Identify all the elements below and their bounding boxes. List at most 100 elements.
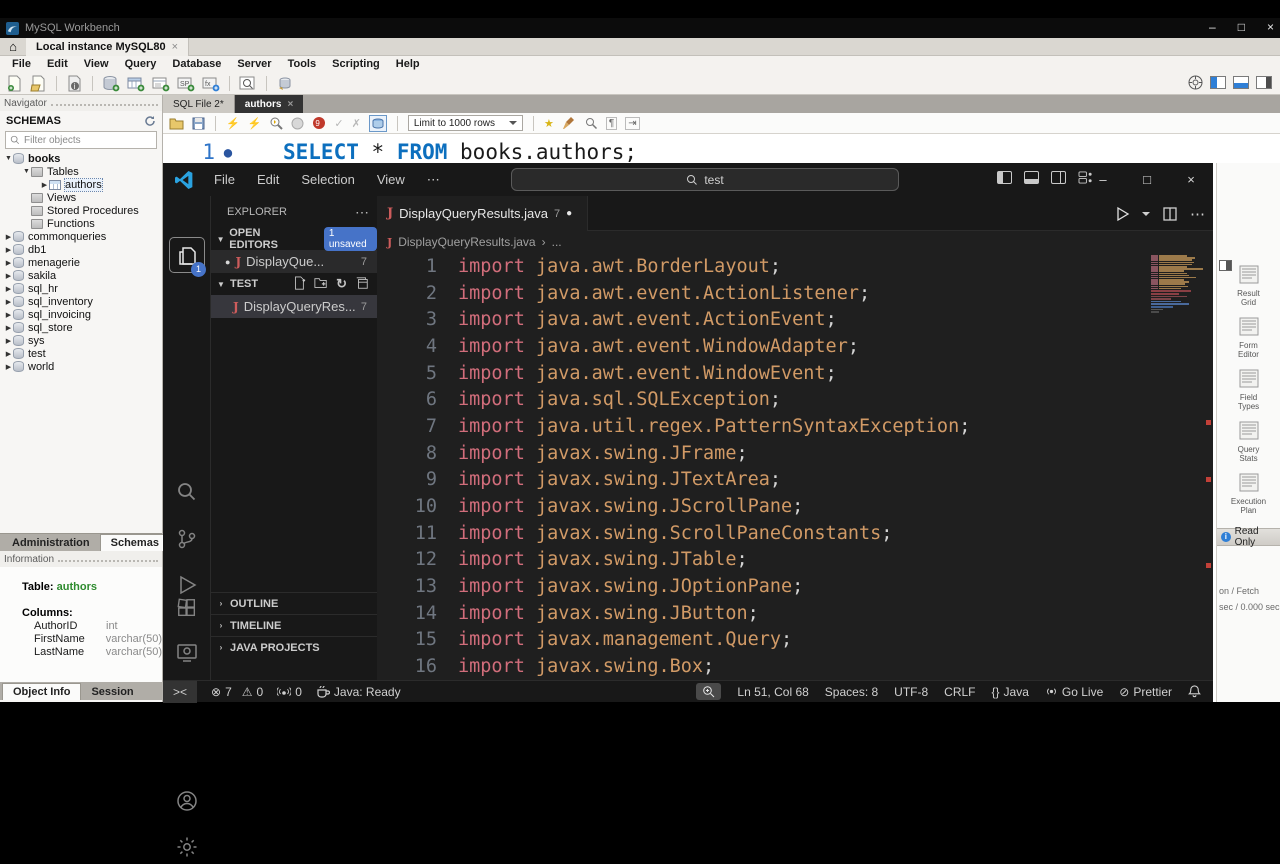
tree-collapsed-icon[interactable]: ▶: [4, 233, 13, 241]
sidebar-form-editor[interactable]: Form Editor: [1217, 317, 1280, 359]
editor-more-actions-icon[interactable]: ⋯: [1190, 205, 1205, 223]
outline-section[interactable]: › OUTLINE: [211, 592, 377, 614]
code-line-6[interactable]: 6 import java.sql.SQLException;: [377, 386, 1213, 413]
tab-displayqueryresults[interactable]: J DisplayQueryResults.java 7 ●: [377, 196, 588, 231]
wb-minimize-button[interactable]: –: [1209, 20, 1216, 34]
refresh-schemas-icon[interactable]: [144, 115, 156, 127]
tab-schemas[interactable]: Schemas: [99, 534, 170, 551]
tab-object-info[interactable]: Object Info: [2, 683, 82, 700]
tree-expanded-icon[interactable]: ▼: [4, 155, 13, 162]
file-item-displayqueryresults[interactable]: J DisplayQueryRes... 7: [211, 295, 377, 318]
inspector-icon[interactable]: i: [66, 75, 83, 92]
explorer-more-actions-icon[interactable]: ⋯: [355, 204, 369, 221]
wb-menu-help[interactable]: Help: [388, 58, 428, 70]
vscode-menu-more[interactable]: ⋯: [416, 172, 451, 188]
source-control-icon[interactable]: [175, 527, 199, 556]
code-line-7[interactable]: 7 import java.util.regex.PatternSyntaxEx…: [377, 413, 1213, 440]
toggle-secondary-sidebar-icon[interactable]: [1051, 171, 1066, 184]
refresh-explorer-icon[interactable]: ↻: [336, 276, 347, 292]
sidebar-field-types[interactable]: Field Types: [1217, 369, 1280, 411]
breadcrumb-file[interactable]: DisplayQueryResults.java: [398, 235, 535, 249]
code-line-9[interactable]: 9 import javax.swing.JTextArea;: [377, 467, 1213, 494]
toggle-invisible-chars-icon[interactable]: ¶: [605, 116, 618, 130]
go-live-button[interactable]: Go Live: [1045, 685, 1103, 699]
open-file-icon[interactable]: [169, 117, 184, 130]
limit-rows-dropdown[interactable]: Limit to 1000 rows: [407, 115, 523, 131]
create-schema-icon[interactable]: [102, 75, 120, 92]
sidebar-execution-plan[interactable]: Execution Plan: [1217, 473, 1280, 515]
wb-menu-server[interactable]: Server: [229, 58, 279, 70]
sql-tab-close-icon[interactable]: ×: [287, 99, 293, 110]
tab-sql-file-2[interactable]: SQL File 2*: [163, 95, 235, 113]
wb-maximize-button[interactable]: □: [1238, 20, 1245, 34]
toggle-left-sidebar-icon[interactable]: [1210, 76, 1226, 89]
toggle-right-sidebar-icon[interactable]: [1256, 76, 1272, 89]
accounts-icon[interactable]: [175, 789, 199, 818]
tree-item-commonqueries[interactable]: ▶ commonqueries: [0, 230, 162, 243]
search-table-data-icon[interactable]: [239, 75, 257, 92]
timeline-section[interactable]: › TIMELINE: [211, 614, 377, 636]
find-icon[interactable]: [585, 117, 598, 130]
tab-authors[interactable]: authors ×: [234, 95, 304, 113]
tree-collapsed-icon[interactable]: ▶: [4, 246, 13, 254]
notifications-bell[interactable]: [1188, 685, 1201, 698]
execute-query-icon[interactable]: ⚡: [226, 117, 240, 130]
home-icon[interactable]: ⌂: [0, 39, 26, 54]
new-file-icon[interactable]: [292, 276, 306, 290]
java-projects-section[interactable]: › JAVA PROJECTS: [211, 636, 377, 658]
autocommit-icon[interactable]: [368, 114, 387, 132]
command-center-search[interactable]: test: [511, 168, 899, 191]
new-folder-icon[interactable]: [314, 276, 328, 290]
code-line-10[interactable]: 10 import javax.swing.JScrollPane;: [377, 493, 1213, 520]
tab-modified-dot-icon[interactable]: ●: [566, 208, 572, 219]
extensions-icon[interactable]: [176, 597, 198, 624]
tree-item-views[interactable]: Views: [0, 191, 162, 204]
vscode-menu-file[interactable]: File: [203, 172, 246, 188]
prettier-status[interactable]: ⊘ Prettier: [1119, 685, 1172, 699]
tree-item-world[interactable]: ▶ world: [0, 360, 162, 373]
overview-ruler[interactable]: [1205, 253, 1212, 680]
explorer-icon[interactable]: 1: [176, 244, 206, 277]
tree-collapsed-icon[interactable]: ▶: [4, 324, 13, 332]
vscode-minimize-button[interactable]: –: [1081, 163, 1125, 196]
code-line-13[interactable]: 13 import javax.swing.JOptionPane;: [377, 573, 1213, 600]
tab-administration[interactable]: Administration: [2, 535, 100, 551]
stop-query-icon[interactable]: [291, 117, 304, 130]
toggle-word-wrap-icon[interactable]: ⇥: [625, 116, 640, 130]
wb-menu-tools[interactable]: Tools: [280, 58, 325, 70]
execute-current-statement-icon[interactable]: ⚡: [248, 117, 262, 130]
indentation[interactable]: Spaces: 8: [825, 685, 878, 699]
tree-item-sql_inventory[interactable]: ▶ sql_inventory: [0, 295, 162, 308]
tree-item-tables[interactable]: ▼ Tables: [0, 165, 162, 178]
create-procedure-icon[interactable]: SP: [177, 75, 195, 92]
schema-filter-input[interactable]: Filter objects: [5, 131, 157, 149]
create-function-icon[interactable]: fx: [202, 75, 220, 92]
tree-expanded-icon[interactable]: ▼: [22, 168, 31, 175]
breadcrumb[interactable]: J DisplayQueryResults.java › ...: [377, 231, 1213, 253]
tree-collapsed-icon[interactable]: ▶: [4, 298, 13, 306]
language-mode[interactable]: {} Java: [992, 685, 1029, 699]
problems-status[interactable]: ⊗ 7 ⚠ 0: [211, 685, 263, 699]
breadcrumb-symbol[interactable]: ...: [552, 235, 562, 249]
code-line-11[interactable]: 11 import javax.swing.ScrollPaneConstant…: [377, 520, 1213, 547]
run-java-button[interactable]: [1114, 206, 1130, 222]
wb-close-button[interactable]: ×: [1267, 20, 1274, 34]
open-editor-item[interactable]: ● J DisplayQue... 7: [211, 250, 377, 273]
tree-collapsed-icon[interactable]: ▶: [4, 350, 13, 358]
toggle-panel-icon[interactable]: [1024, 171, 1039, 184]
vscode-menu-edit[interactable]: Edit: [246, 172, 290, 188]
tree-collapsed-icon[interactable]: ▶: [4, 259, 13, 267]
code-line-4[interactable]: 4 import java.awt.event.WindowAdapter;: [377, 333, 1213, 360]
create-table-icon[interactable]: [127, 75, 145, 92]
tree-collapsed-icon[interactable]: ▶: [4, 311, 13, 319]
live-preview-icon[interactable]: [175, 641, 199, 670]
tree-item-sql_store[interactable]: ▶ sql_store: [0, 321, 162, 334]
code-editor[interactable]: 1 import java.awt.BorderLayout; 2 import…: [377, 253, 1213, 680]
tree-collapsed-icon[interactable]: ▶: [4, 363, 13, 371]
tree-item-sakila[interactable]: ▶ sakila: [0, 269, 162, 282]
explorer-active-box[interactable]: 1: [169, 237, 206, 277]
save-icon[interactable]: [192, 117, 205, 130]
open-sql-script-icon[interactable]: [30, 75, 47, 92]
settings-gear-icon[interactable]: [175, 835, 199, 864]
explain-plan-icon[interactable]: [269, 116, 284, 130]
